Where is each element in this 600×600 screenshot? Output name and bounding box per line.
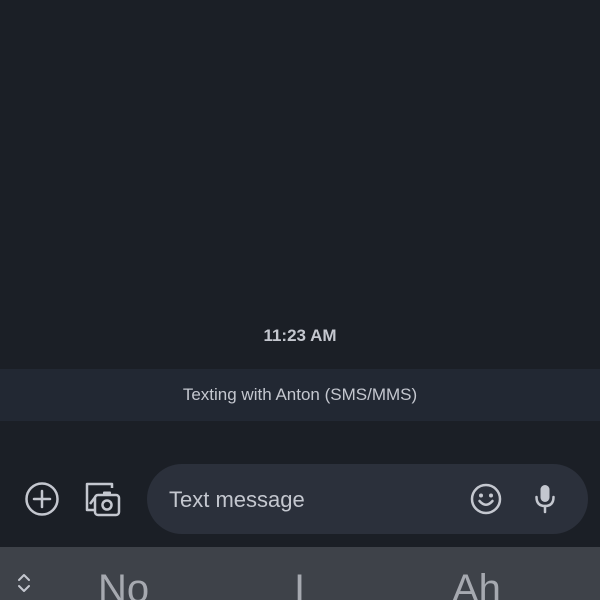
emoji-icon [470,483,502,515]
messages-screen: 11:23 AM Texting with Anton (SMS/MMS) Te… [0,0,600,600]
word-suggestion[interactable]: Ah [452,563,501,600]
message-composer [0,462,600,536]
chevron-up-down-icon [18,574,30,592]
word-suggestion[interactable]: No [98,563,149,600]
microphone-icon [535,485,555,514]
voice-input-button[interactable] [523,477,567,521]
add-attachment-button[interactable] [20,477,64,521]
add-circle-icon [25,482,59,516]
emoji-button[interactable] [464,477,508,521]
message-timestamp: 11:23 AM [263,326,337,345]
conversation-info-text: Texting with Anton (SMS/MMS) [182,385,418,404]
gallery-button[interactable] [80,477,124,521]
text-message-input[interactable] [167,464,451,536]
conversation-info-banner: Texting with Anton (SMS/MMS) [0,369,600,421]
keyboard-suggestion-bar: No I Ah [0,547,600,600]
message-input-container [147,464,588,536]
word-suggestion[interactable]: I [294,563,305,600]
expand-toolbar-button[interactable] [10,569,38,597]
gallery-camera-icon [85,482,121,517]
